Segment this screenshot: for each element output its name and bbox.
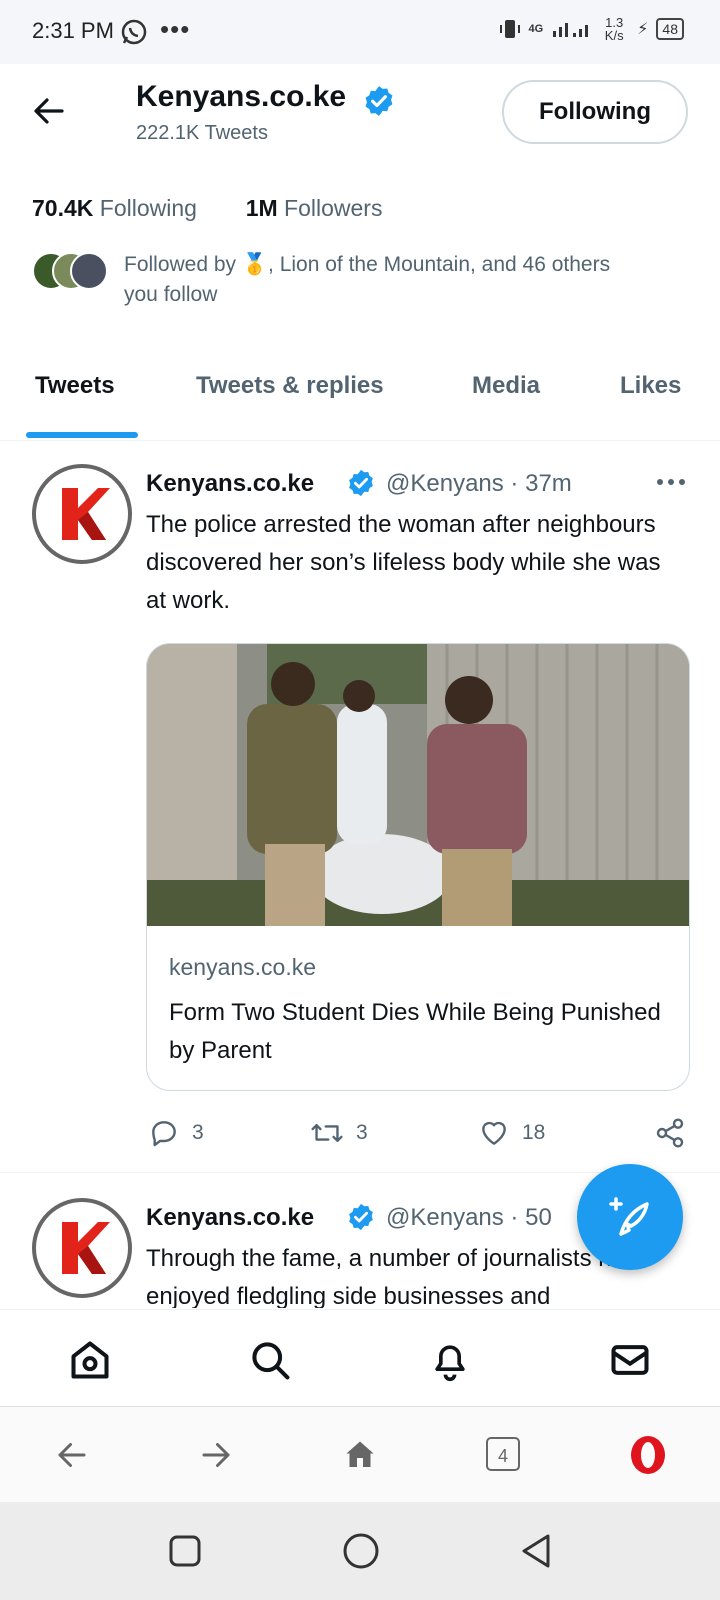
retweet-action[interactable]: 3: [310, 1117, 368, 1149]
messages-envelope-icon[interactable]: [608, 1338, 652, 1382]
search-icon[interactable]: [248, 1338, 292, 1382]
reply-action[interactable]: 3: [148, 1117, 204, 1149]
compose-tweet-button[interactable]: [577, 1164, 683, 1270]
notifications-bell-icon[interactable]: [428, 1338, 472, 1382]
verified-badge-icon: [365, 86, 393, 116]
notification-dots: •••: [160, 14, 191, 44]
tweet-text: The police arrested the woman after neig…: [146, 511, 661, 614]
header-tweet-count: 222.1K Tweets: [136, 122, 268, 144]
tab-tweets[interactable]: Tweets: [35, 372, 115, 400]
tab-likes[interactable]: Likes: [620, 372, 681, 400]
active-tab-indicator: [26, 432, 138, 438]
followers-you-know-avatars[interactable]: [32, 252, 108, 290]
net-speed: 1.3 K/s: [604, 15, 624, 43]
card-domain: kenyans.co.ke: [169, 954, 317, 980]
vibrate-icon: [499, 20, 520, 38]
kenyans-logo-icon: [62, 488, 110, 540]
signal-icon: [553, 23, 589, 37]
status-bar: 2:31 PM ••• 4G 1.3 K/s ⚡ 48: [0, 0, 720, 64]
back-triangle-icon[interactable]: [518, 1532, 554, 1570]
retweet-count: 3: [356, 1121, 368, 1144]
tweet-handle-time[interactable]: @Kenyans · 37m: [386, 470, 572, 498]
tab-tweets-replies[interactable]: Tweets & replies: [196, 372, 384, 400]
tweet-author-name[interactable]: Kenyans.co.ke: [146, 470, 314, 498]
card-title: Form Two Student Dies While Being Punish…: [169, 999, 661, 1064]
system-navigation-bar: [0, 1502, 720, 1600]
like-count: 18: [522, 1121, 546, 1144]
reply-count: 3: [192, 1121, 204, 1144]
battery-level: 48: [656, 18, 684, 40]
header-account-name: Kenyans.co.ke: [136, 80, 347, 113]
status-time: 2:31 PM: [32, 18, 114, 43]
home-icon[interactable]: [68, 1338, 112, 1382]
verified-badge-icon: [349, 469, 373, 497]
whatsapp-icon: [121, 19, 147, 45]
kenyans-logo-icon: [62, 1222, 110, 1274]
tabs-divider: [0, 440, 720, 441]
tweet-author-name[interactable]: Kenyans.co.ke: [146, 1204, 314, 1232]
browser-tabs-button[interactable]: 4: [486, 1437, 520, 1471]
share-icon[interactable]: [654, 1117, 686, 1149]
status-icons: 4G 1.3 K/s ⚡ 48: [499, 15, 684, 43]
like-action[interactable]: 18: [478, 1117, 545, 1149]
bottom-navigation: [0, 1309, 720, 1406]
avatar: [70, 252, 108, 290]
opera-logo-icon[interactable]: [628, 1435, 668, 1475]
verified-badge-icon: [349, 1203, 373, 1231]
link-card[interactable]: kenyans.co.ke Form Two Student Dies Whil…: [146, 643, 690, 1091]
more-options-icon[interactable]: [656, 476, 686, 488]
followed-by-text[interactable]: Followed by 🥇, Lion of the Mountain, and…: [124, 250, 644, 310]
home-circle-icon[interactable]: [342, 1532, 380, 1570]
retweet-icon: [311, 1123, 343, 1143]
followers-stat[interactable]: 1M Followers: [246, 195, 383, 221]
charging-icon: ⚡: [637, 21, 649, 38]
follow-stats: 70.4K Following 1M Followers: [32, 195, 382, 222]
tweet-avatar[interactable]: [32, 1198, 132, 1298]
browser-back-icon[interactable]: [54, 1437, 90, 1473]
following-button[interactable]: Following: [502, 80, 688, 144]
news-photo: [147, 644, 689, 926]
signal-type: 4G: [528, 23, 544, 35]
tab-media[interactable]: Media: [472, 372, 540, 400]
tweet-avatar[interactable]: [32, 464, 132, 564]
tweet-handle-time[interactable]: @Kenyans · 50: [386, 1204, 552, 1232]
following-stat[interactable]: 70.4K Following: [32, 195, 197, 221]
browser-toolbar: 4: [0, 1406, 720, 1503]
recents-square-icon[interactable]: [168, 1534, 202, 1568]
back-arrow-icon[interactable]: [32, 94, 66, 128]
heart-icon: [482, 1121, 506, 1145]
browser-home-icon[interactable]: [342, 1437, 378, 1473]
browser-forward-icon[interactable]: [198, 1437, 234, 1473]
reply-icon: [152, 1121, 176, 1147]
compose-feather-icon: [609, 1197, 649, 1236]
